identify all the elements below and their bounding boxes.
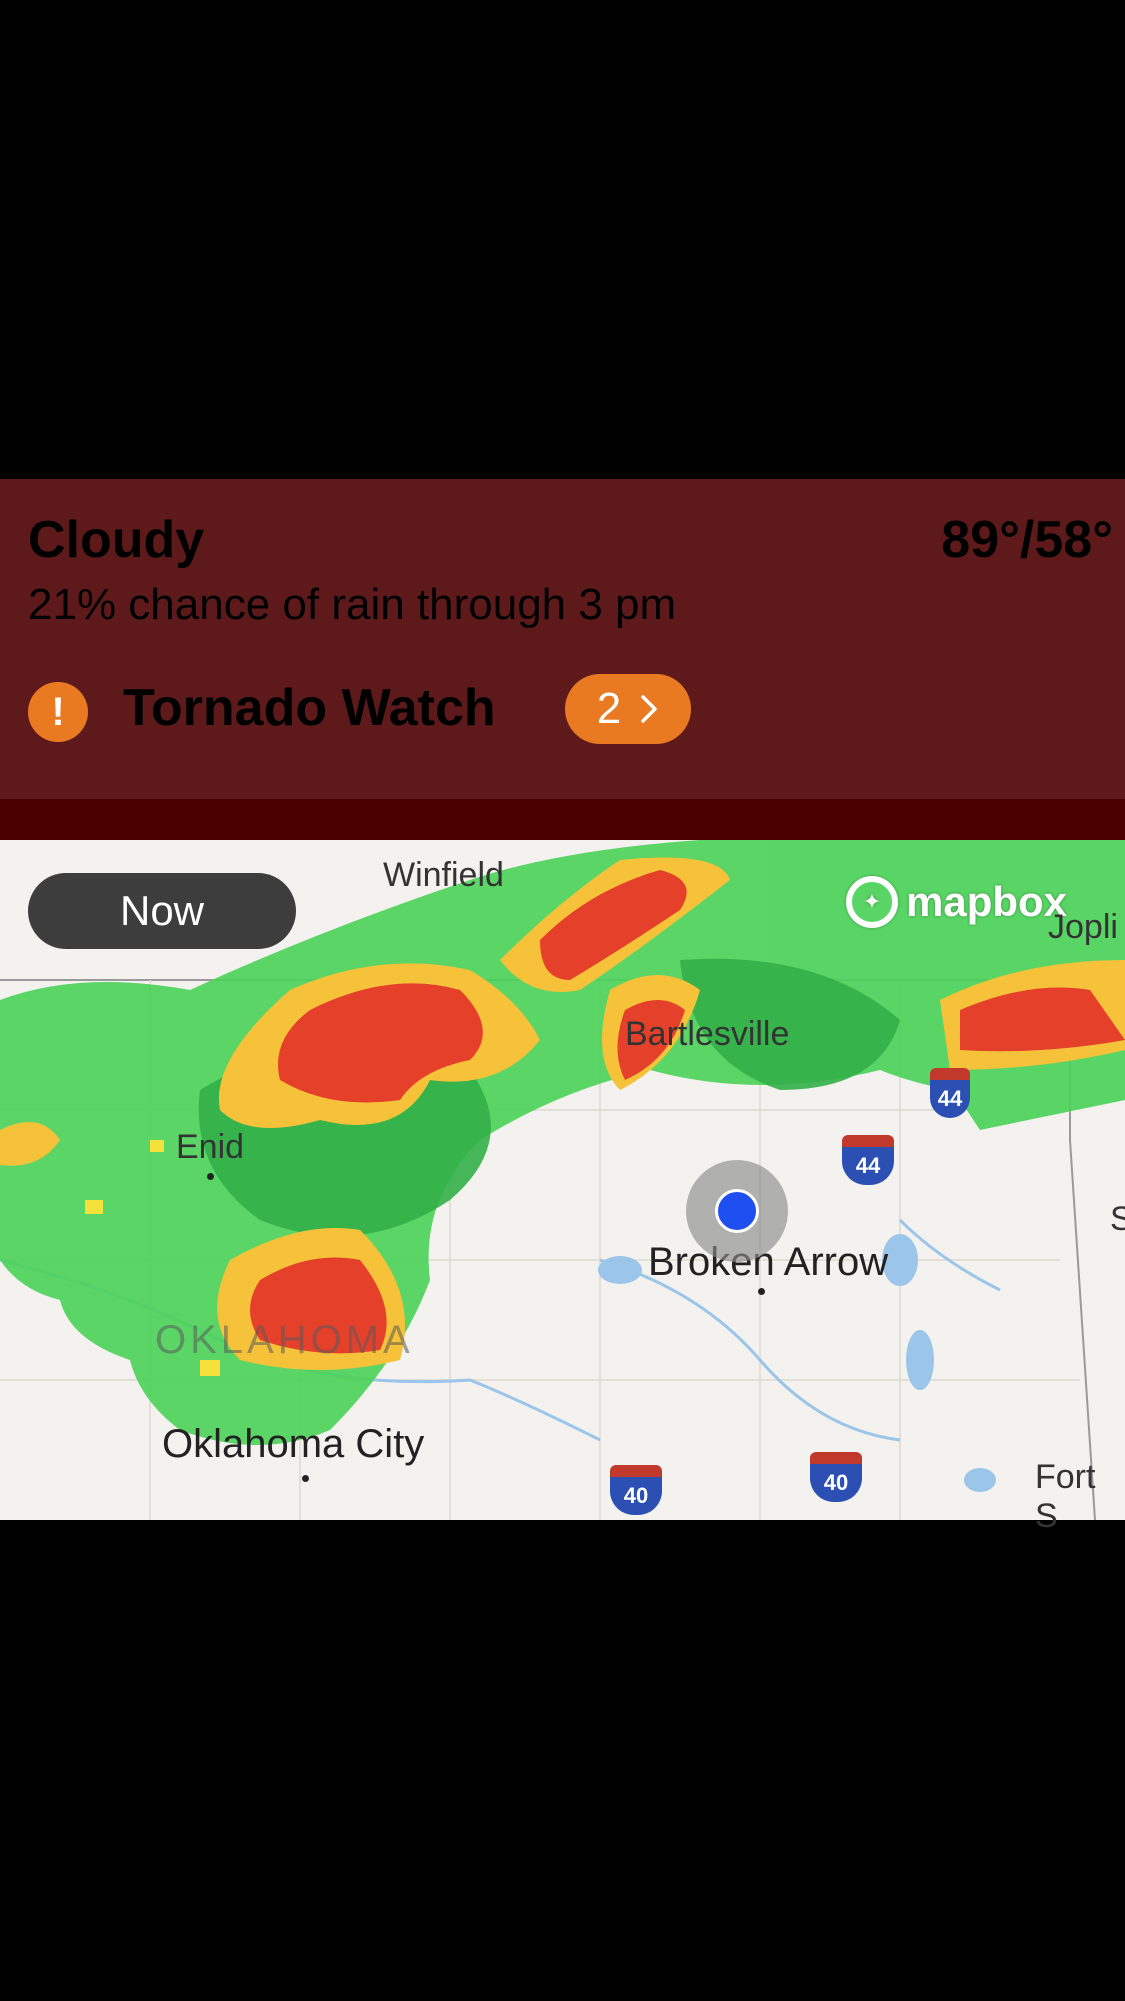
alert-count: 2 <box>596 684 622 733</box>
mapbox-attribution: ✦ mapbox <box>846 872 1067 932</box>
city-label-winfield: Winfield <box>383 856 504 894</box>
chevron-right-icon <box>641 695 657 723</box>
time-selector-now[interactable]: Now <box>28 873 296 949</box>
mapbox-text: mapbox <box>906 878 1068 925</box>
rain-chance-text: 21% chance of rain through 3 pm <box>28 580 677 629</box>
interstate-44-shield-b: 44 <box>930 1068 970 1118</box>
city-label-fort-smith: Fort S <box>1035 1458 1096 1535</box>
mapbox-logo-icon: ✦ <box>846 876 898 928</box>
interstate-44-shield-a: 44 <box>842 1135 894 1185</box>
city-label-oklahoma-city: Oklahoma City <box>162 1422 425 1466</box>
city-label-joplin: Jopli <box>1048 908 1118 946</box>
state-label-oklahoma: OKLAHOMA <box>155 1318 414 1362</box>
high-low-temps: 89°/58° <box>941 511 1113 569</box>
card-divider <box>0 799 1125 840</box>
exclamation-icon: ! <box>28 682 88 742</box>
city-label-edge: S <box>1110 1200 1125 1238</box>
city-label-bartlesville: Bartlesville <box>625 1015 790 1053</box>
city-label-enid: Enid <box>176 1128 245 1166</box>
current-location-marker[interactable] <box>715 1189 759 1233</box>
alert-count-button[interactable]: 2 <box>565 674 691 744</box>
city-dot-oklahoma-city <box>302 1475 309 1482</box>
city-dot-broken-arrow <box>758 1288 765 1295</box>
city-dot-enid <box>207 1173 214 1180</box>
alert-title[interactable]: Tornado Watch <box>123 678 496 738</box>
interstate-40-shield-b: 40 <box>810 1452 862 1502</box>
interstate-40-shield-a: 40 <box>610 1465 662 1515</box>
condition-label: Cloudy <box>28 511 205 569</box>
